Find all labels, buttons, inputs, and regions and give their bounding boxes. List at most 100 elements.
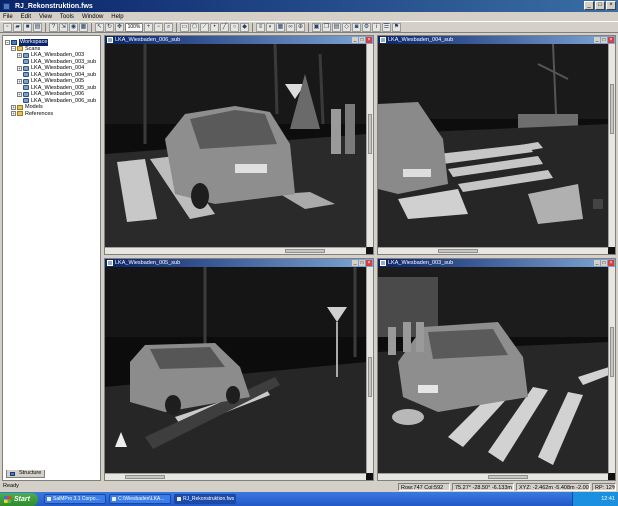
minimize-button[interactable]: _ [584, 1, 594, 10]
taskbar-item[interactable]: SalMPro 3.1 Corpo... [44, 494, 106, 504]
minimize-button[interactable]: _ [352, 260, 358, 266]
menu-file[interactable]: File [3, 14, 13, 20]
rectangle-icon[interactable]: ▭ [180, 22, 189, 32]
zoom-out-icon[interactable]: − [154, 22, 163, 32]
color-icon[interactable]: ◐ [266, 22, 275, 32]
window-list-icon[interactable]: ▤ [332, 22, 341, 32]
folder-icon [17, 104, 23, 110]
menu-tools[interactable]: Tools [60, 14, 74, 20]
expand-icon[interactable]: + [17, 52, 22, 58]
search-icon[interactable]: ⌕ [164, 22, 173, 32]
minimize-button[interactable]: _ [594, 37, 600, 43]
scan-icon [23, 65, 29, 71]
point-cloud-view[interactable] [105, 44, 367, 249]
viewport-bottom-left[interactable]: LKA_Wiesbaden_005_sub _ □ × [104, 258, 374, 481]
close-button[interactable]: × [606, 1, 616, 10]
taskbar-item[interactable]: C:\Wiesbaden\LKA... [109, 494, 171, 504]
close-button[interactable]: × [366, 37, 372, 43]
pan-icon[interactable]: ✥ [115, 22, 124, 32]
horizontal-scrollbar[interactable] [105, 473, 366, 480]
app-icon [3, 2, 10, 10]
link-icon[interactable]: ∞ [286, 22, 295, 32]
measure-icon[interactable]: ⟋ [200, 22, 209, 32]
minimize-button[interactable]: _ [594, 260, 600, 266]
vertical-scrollbar[interactable] [608, 44, 615, 247]
scan-icon[interactable]: ◉ [69, 22, 78, 32]
target-icon[interactable]: ⊕ [296, 22, 305, 32]
toolbar: ▫ ▰ ■ ▤ ? ⇲ ◉ ▦ ↖ ↻ ✥ 100% + − ⌕ ▭ ⬠ ⟋ •… [0, 21, 618, 33]
flag-icon[interactable]: ⚑ [392, 22, 401, 32]
tile-icon[interactable]: ▣ [312, 22, 321, 32]
circle-icon[interactable]: ○ [230, 22, 239, 32]
folder-icon [17, 46, 23, 52]
menu-help[interactable]: Help [111, 14, 123, 20]
collapse-icon[interactable]: − [5, 39, 10, 45]
point-cloud-view[interactable] [105, 267, 367, 475]
point-icon[interactable]: • [210, 22, 219, 32]
rotate-icon[interactable]: ↻ [105, 22, 114, 32]
expand-icon[interactable]: + [17, 65, 22, 71]
settings-icon[interactable]: ⚙ [362, 22, 371, 32]
horizontal-scrollbar[interactable] [378, 247, 608, 254]
vertical-scrollbar[interactable] [366, 267, 373, 473]
import-icon[interactable]: ⇲ [59, 22, 68, 32]
app-icon [47, 497, 51, 501]
polygon-icon[interactable]: ⬠ [190, 22, 199, 32]
vertical-scrollbar[interactable] [366, 44, 373, 247]
menu-bar: File Edit View Tools Window Help [0, 12, 618, 21]
close-button[interactable]: × [608, 37, 614, 43]
horizontal-scrollbar[interactable] [105, 247, 366, 254]
help-icon[interactable]: ? [49, 22, 58, 32]
expand-icon[interactable]: + [11, 111, 16, 117]
taskbar-item[interactable]: RJ_Rekonstruktion.fws [174, 494, 236, 504]
expand-icon[interactable]: + [11, 104, 16, 110]
new-file-icon[interactable]: ▫ [3, 22, 12, 32]
system-tray: 12:41 [572, 492, 618, 506]
viewport-top-left[interactable]: LKA_Wiesbaden_006_sub _ □ × [104, 35, 374, 255]
maximize-button[interactable]: □ [601, 260, 607, 266]
line-icon[interactable]: ╱ [220, 22, 229, 32]
horizontal-scrollbar[interactable] [378, 473, 608, 480]
maximize-button[interactable]: □ [359, 37, 365, 43]
camera-icon[interactable]: ◙ [352, 22, 361, 32]
marker-icon[interactable]: ◆ [240, 22, 249, 32]
maximize-button[interactable]: □ [601, 37, 607, 43]
expand-icon[interactable]: + [17, 78, 22, 84]
info-icon[interactable]: i [372, 22, 381, 32]
menu-edit[interactable]: Edit [21, 14, 31, 20]
properties-icon[interactable]: ▦ [79, 22, 88, 32]
close-button[interactable]: × [366, 260, 372, 266]
layers-icon[interactable]: ≡ [256, 22, 265, 32]
tab-structure[interactable]: Structure [6, 470, 46, 478]
open-folder-icon[interactable]: ▰ [13, 22, 22, 32]
list-icon[interactable]: ☰ [382, 22, 391, 32]
workspace-icon [11, 39, 17, 45]
view-3d-icon[interactable]: ◇ [342, 22, 351, 32]
scan-icon [380, 37, 386, 43]
menu-view[interactable]: View [39, 14, 52, 20]
menu-window[interactable]: Window [82, 14, 103, 20]
point-cloud-view[interactable] [378, 44, 609, 249]
close-button[interactable]: × [608, 260, 614, 266]
start-button[interactable]: Start [0, 492, 38, 506]
viewport-bottom-right[interactable]: LKA_Wiesbaden_003_sub _ □ × [377, 258, 616, 481]
zoom-field[interactable]: 100% [125, 22, 143, 32]
collapse-icon[interactable]: − [11, 46, 16, 52]
print-icon[interactable]: ▤ [33, 22, 42, 32]
zoom-in-icon[interactable]: + [144, 22, 153, 32]
point-cloud-view[interactable] [378, 267, 609, 475]
save-icon[interactable]: ■ [23, 22, 32, 32]
select-icon[interactable]: ↖ [95, 22, 104, 32]
viewport-top-right[interactable]: LKA_Wiesbaden_004_sub _ □ × [377, 35, 616, 255]
expand-icon[interactable]: + [17, 91, 22, 97]
maximize-button[interactable]: □ [359, 260, 365, 266]
status-percent: RP: 12% [592, 483, 616, 491]
minimize-button[interactable]: _ [352, 37, 358, 43]
folder-icon [112, 497, 116, 501]
vertical-scrollbar[interactable] [608, 267, 615, 473]
grid-icon[interactable]: ▦ [276, 22, 285, 32]
scan-icon [23, 59, 29, 65]
tree-references[interactable]: + References [5, 111, 98, 118]
maximize-button[interactable]: □ [595, 1, 605, 10]
cascade-icon[interactable]: ❐ [322, 22, 331, 32]
